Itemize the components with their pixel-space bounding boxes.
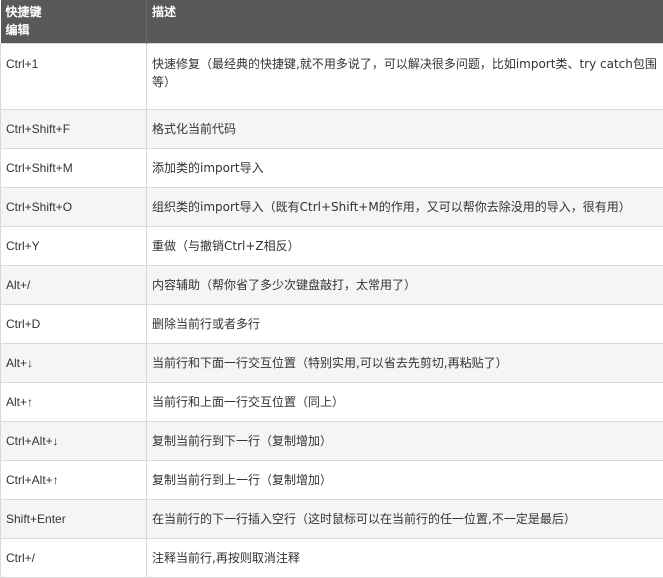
description-cell: 格式化当前代码: [147, 109, 663, 148]
shortcut-cell: Alt+/: [1, 265, 147, 304]
table-row: Ctrl+Shift+F 格式化当前代码: [1, 109, 663, 148]
table-row: Ctrl+1 快速修复（最经典的快捷键,就不用多说了，可以解决很多问题，比如im…: [1, 43, 663, 109]
description-cell: 快速修复（最经典的快捷键,就不用多说了，可以解决很多问题，比如import类、t…: [147, 43, 663, 109]
header-shortcut-label: 快捷键: [6, 5, 42, 19]
header-shortcut: 快捷键 编辑: [1, 0, 147, 43]
shortcut-cell: Shift+Enter: [1, 499, 147, 538]
description-cell: 删除当前行或者多行: [147, 304, 663, 343]
description-cell: 注释当前行,再按则取消注释: [147, 538, 663, 577]
header-description-label: 描述: [152, 5, 176, 19]
shortcut-cell: Ctrl+Alt+↓: [1, 421, 147, 460]
description-cell: 添加类的import导入: [147, 148, 663, 187]
header-shortcut-sublabel: 编辑: [6, 21, 142, 39]
shortcut-cell: Ctrl+Shift+O: [1, 187, 147, 226]
description-cell: 复制当前行到下一行（复制增加）: [147, 421, 663, 460]
table-row: Ctrl+Shift+O 组织类的import导入（既有Ctrl+Shift+M…: [1, 187, 663, 226]
table-row: Shift+Enter 在当前行的下一行插入空行（这时鼠标可以在当前行的任一位置…: [1, 499, 663, 538]
description-cell: 当前行和上面一行交互位置（同上）: [147, 382, 663, 421]
shortcut-cell: Ctrl+Shift+F: [1, 109, 147, 148]
description-cell: 在当前行的下一行插入空行（这时鼠标可以在当前行的任一位置,不一定是最后）: [147, 499, 663, 538]
header-description: 描述: [147, 0, 663, 43]
table-header-row: 快捷键 编辑 描述: [1, 0, 663, 43]
description-cell: 当前行和下面一行交互位置（特别实用,可以省去先剪切,再粘贴了）: [147, 343, 663, 382]
shortcut-cell: Ctrl+/: [1, 538, 147, 577]
shortcut-table: 快捷键 编辑 描述 Ctrl+1 快速修复（最经典的快捷键,就不用多说了，可以解…: [0, 0, 663, 578]
shortcut-cell: Ctrl+Y: [1, 226, 147, 265]
table-row: Ctrl+Alt+↑ 复制当前行到上一行（复制增加）: [1, 460, 663, 499]
shortcut-cell: Alt+↑: [1, 382, 147, 421]
shortcut-cell: Alt+↓: [1, 343, 147, 382]
table-row: Ctrl+Alt+↓ 复制当前行到下一行（复制增加）: [1, 421, 663, 460]
table-row: Alt+↑ 当前行和上面一行交互位置（同上）: [1, 382, 663, 421]
table-row: Ctrl+/ 注释当前行,再按则取消注释: [1, 538, 663, 577]
shortcut-cell: Ctrl+Shift+M: [1, 148, 147, 187]
description-cell: 组织类的import导入（既有Ctrl+Shift+M的作用，又可以帮你去除没用…: [147, 187, 663, 226]
shortcut-cell: Ctrl+D: [1, 304, 147, 343]
table-row: Ctrl+Shift+M 添加类的import导入: [1, 148, 663, 187]
table-row: Ctrl+D 删除当前行或者多行: [1, 304, 663, 343]
description-cell: 重做（与撤销Ctrl+Z相反）: [147, 226, 663, 265]
table-row: Alt+/ 内容辅助（帮你省了多少次键盘敲打，太常用了）: [1, 265, 663, 304]
table-row: Ctrl+Y 重做（与撤销Ctrl+Z相反）: [1, 226, 663, 265]
description-cell: 复制当前行到上一行（复制增加）: [147, 460, 663, 499]
table-row: Alt+↓ 当前行和下面一行交互位置（特别实用,可以省去先剪切,再粘贴了）: [1, 343, 663, 382]
shortcut-cell: Ctrl+Alt+↑: [1, 460, 147, 499]
description-cell: 内容辅助（帮你省了多少次键盘敲打，太常用了）: [147, 265, 663, 304]
shortcut-cell: Ctrl+1: [1, 43, 147, 109]
